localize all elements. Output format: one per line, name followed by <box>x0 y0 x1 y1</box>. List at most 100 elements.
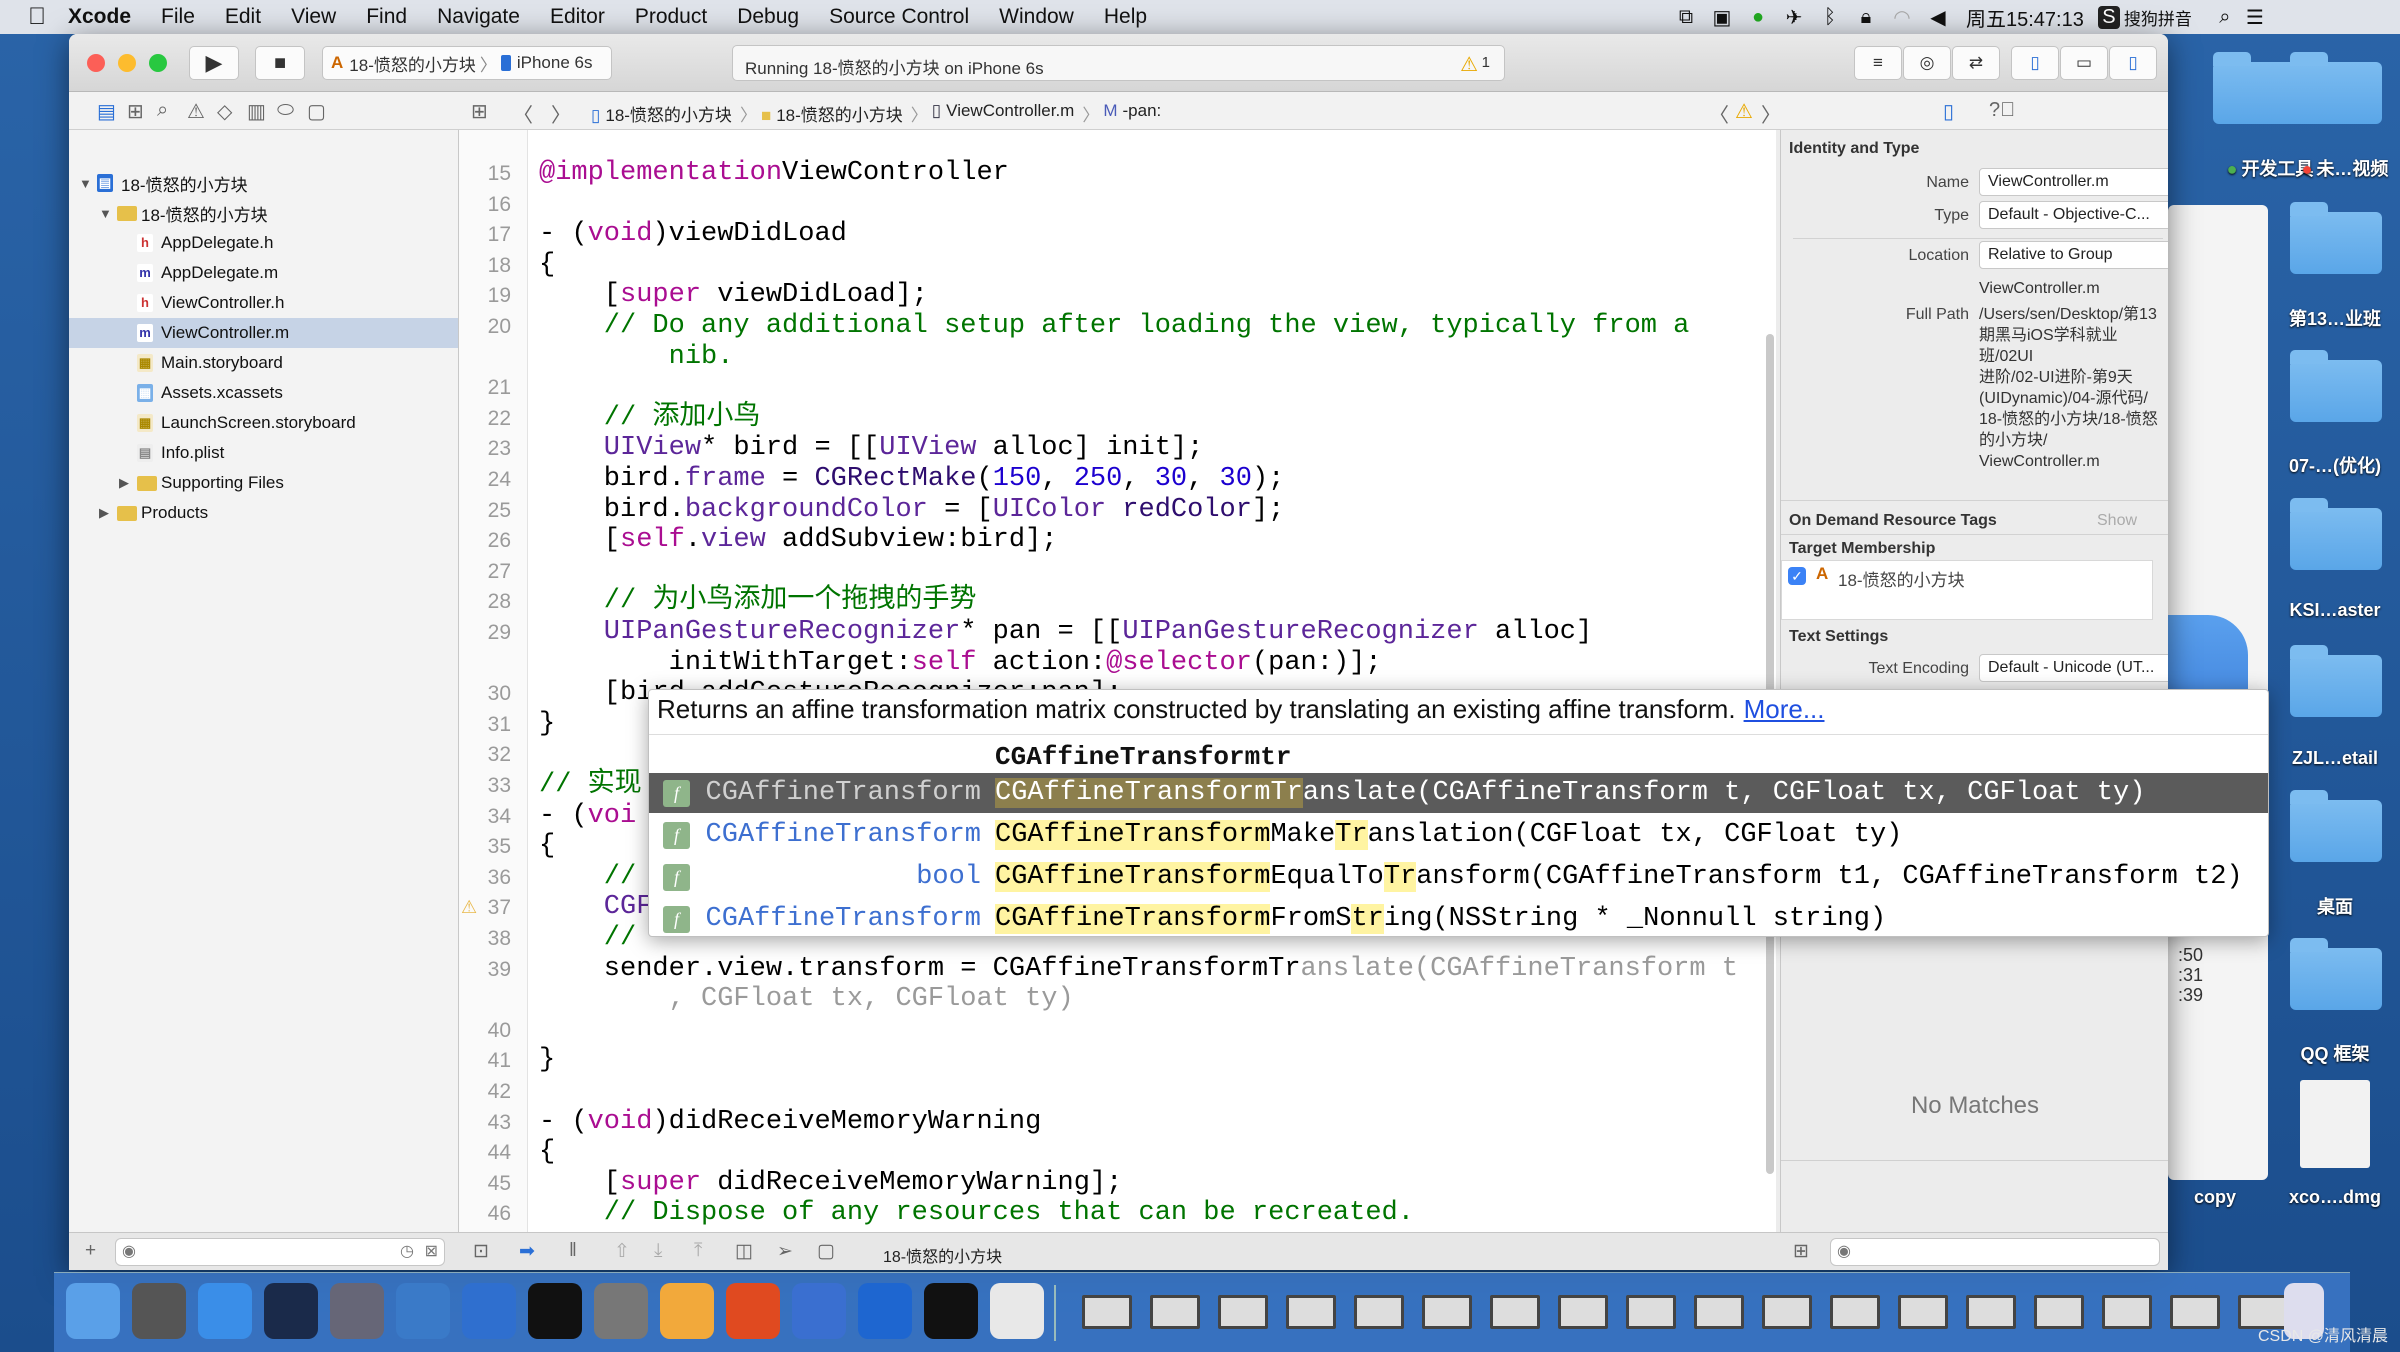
menu-debug[interactable]: Debug <box>737 5 799 29</box>
mouse-icon[interactable] <box>264 1283 318 1339</box>
paw-icon[interactable] <box>726 1283 780 1339</box>
toggle-navigator-button[interactable]: ▯ <box>2011 46 2059 80</box>
volume-icon[interactable]: ◀ <box>1920 5 1956 30</box>
run-button[interactable]: ▶ <box>189 46 239 80</box>
window-thumbnail-icon[interactable] <box>1558 1295 1608 1329</box>
show-button[interactable]: Show <box>2097 512 2137 530</box>
activity-terminal-icon[interactable] <box>924 1283 978 1339</box>
menu-app-name[interactable]: Xcode <box>68 5 131 29</box>
more-link[interactable]: More... <box>1744 694 1825 724</box>
window-thumbnail-icon[interactable] <box>1762 1295 1812 1329</box>
window-thumbnail-icon[interactable] <box>1218 1295 1268 1329</box>
folder-icon[interactable] <box>2290 52 2382 124</box>
disclosure-closed-icon[interactable]: ▶ <box>119 475 129 491</box>
scheme-selector[interactable]: A 18-愤怒的小方块 〉 iPhone 6s <box>322 46 612 80</box>
back-arrow-icon[interactable]: 〈 <box>513 99 533 128</box>
teamviewer-icon[interactable] <box>858 1283 912 1339</box>
hide-debug-area-icon[interactable]: ⊡ <box>473 1240 489 1263</box>
quick-help-icon[interactable]: ?⃝ <box>1989 99 2015 122</box>
desktop-icon-label[interactable]: copy <box>2150 1187 2280 1208</box>
lock-icon[interactable]: 🔒︎ <box>1848 6 1884 29</box>
input-method-icon[interactable]: S <box>2097 5 2120 29</box>
window-thumbnail-icon[interactable] <box>1082 1295 1132 1329</box>
window-thumbnail-icon[interactable] <box>1422 1295 1472 1329</box>
sync-icon[interactable]: ⧉ <box>1668 6 1704 29</box>
navigator-item[interactable]: ▦ Assets.xcassets <box>69 378 458 408</box>
sketch-icon[interactable] <box>660 1283 714 1339</box>
stop-button[interactable]: ■ <box>255 46 305 80</box>
navigator-filter-field[interactable]: ◉ ◷ ⊠ <box>115 1238 445 1266</box>
apple-icon[interactable]:  <box>28 3 46 31</box>
bluetooth-icon[interactable]: ᛒ <box>1812 6 1848 29</box>
notification-center-icon[interactable]: ☰ <box>2240 5 2270 30</box>
desktop-icon-label[interactable]: ● 未…视频 <box>2280 155 2400 181</box>
airplane-icon[interactable]: ✈ <box>1776 5 1812 30</box>
window-thumbnail-icon[interactable] <box>2170 1295 2220 1329</box>
desktop-icon-label[interactable]: 桌面 <box>2270 893 2400 919</box>
folder-icon[interactable] <box>2290 938 2382 1010</box>
warning-icon[interactable]: ⚠ <box>1735 99 1753 124</box>
screen-record-icon[interactable]: ▣ <box>1704 5 1740 30</box>
chrome-icon[interactable] <box>990 1283 1044 1339</box>
breakpoints-toggle-icon[interactable]: ➡ <box>519 1240 535 1263</box>
test-navigator-icon[interactable]: ◇ <box>217 99 232 124</box>
menu-help[interactable]: Help <box>1104 5 1147 29</box>
disclosure-open-icon[interactable]: ▼ <box>79 176 92 191</box>
dmg-file-icon[interactable] <box>2300 1080 2370 1168</box>
spotlight-icon[interactable]: ⌕ <box>2210 6 2240 29</box>
window-thumbnail-icon[interactable] <box>2034 1295 2084 1329</box>
add-icon[interactable]: + <box>85 1240 96 1262</box>
project-navigator-icon[interactable]: ▤ <box>97 99 116 124</box>
step-into-icon[interactable]: ⤓ <box>654 1240 662 1262</box>
finder-icon[interactable] <box>66 1283 120 1339</box>
symbol-navigator-icon[interactable]: ⊞ <box>127 99 144 124</box>
navigator-item[interactable]: ▦ Main.storyboard <box>69 348 458 378</box>
library-grid-icon[interactable]: ⊞ <box>1793 1240 1809 1263</box>
navigator-item[interactable]: ▤ Info.plist <box>69 438 458 468</box>
menu-find[interactable]: Find <box>366 5 407 29</box>
issue-navigator-icon[interactable]: ⚠ <box>187 99 205 124</box>
standard-editor-button[interactable]: ≡ <box>1854 46 1902 80</box>
window-thumbnail-icon[interactable] <box>1694 1295 1744 1329</box>
zoom-button[interactable] <box>149 54 167 72</box>
navigator-item[interactable]: m AppDelegate.m <box>69 258 458 288</box>
disclosure-open-icon[interactable]: ▼ <box>99 206 112 221</box>
photo-slideshow-icon[interactable] <box>330 1283 384 1339</box>
toggle-utilities-button[interactable]: ▯ <box>2109 46 2157 80</box>
toggle-debug-area-button[interactable]: ▭ <box>2060 46 2108 80</box>
window-thumbnail-icon[interactable] <box>1490 1295 1540 1329</box>
folder-icon[interactable] <box>2290 202 2382 274</box>
window-thumbnail-icon[interactable] <box>1286 1295 1336 1329</box>
assistant-editor-button[interactable]: ◎ <box>1903 46 1951 80</box>
window-thumbnail-icon[interactable] <box>1898 1295 1948 1329</box>
pause-icon[interactable]: ‖ <box>569 1240 577 1262</box>
menu-navigate[interactable]: Navigate <box>437 5 520 29</box>
navigator-item[interactable]: h AppDelegate.h <box>69 228 458 258</box>
source-editor[interactable]: @implementationViewController - (void)vie… <box>528 130 1776 1232</box>
desktop-icon-label[interactable]: 第13…业班 <box>2270 305 2400 331</box>
target-checkbox[interactable]: ✓ <box>1788 567 1806 585</box>
wifi-icon[interactable]: ◠ <box>1884 5 1920 30</box>
desktop-icon-label[interactable]: QQ 框架 <box>2270 1040 2400 1066</box>
text-encoding-popup[interactable]: Default - Unicode (UT...⇕ <box>1979 654 2168 682</box>
folder-icon[interactable] <box>2290 790 2382 862</box>
desktop-icon-label[interactable]: 07-…(优化) <box>2270 452 2400 478</box>
location-popup[interactable]: Relative to Group⇕ <box>1979 241 2168 269</box>
breadcrumb-item[interactable]: ▯ ViewController.m <box>932 101 1075 126</box>
xcode-icon[interactable] <box>396 1283 450 1339</box>
completion-item[interactable]: f CGAffineTransform CGAffineTransformTrans… <box>649 773 2268 813</box>
navigator-item[interactable]: ▼ 18-愤怒的小方块 <box>69 198 458 228</box>
name-field[interactable]: ViewController.m <box>1979 168 2168 196</box>
menu-source-control[interactable]: Source Control <box>829 5 969 29</box>
library-filter-field[interactable]: ◉ <box>1830 1238 2160 1266</box>
debug-navigator-icon[interactable]: ▥ <box>247 99 266 124</box>
folder-icon[interactable] <box>2290 498 2382 570</box>
menu-product[interactable]: Product <box>635 5 707 29</box>
terminal-icon[interactable] <box>528 1283 582 1339</box>
menu-window[interactable]: Window <box>999 5 1074 29</box>
recent-files-icon[interactable]: ◷ <box>400 1241 414 1261</box>
close-button[interactable] <box>87 54 105 72</box>
safari-icon[interactable] <box>198 1283 252 1339</box>
xcode-beta-icon[interactable] <box>462 1283 516 1339</box>
menu-editor[interactable]: Editor <box>550 5 605 29</box>
